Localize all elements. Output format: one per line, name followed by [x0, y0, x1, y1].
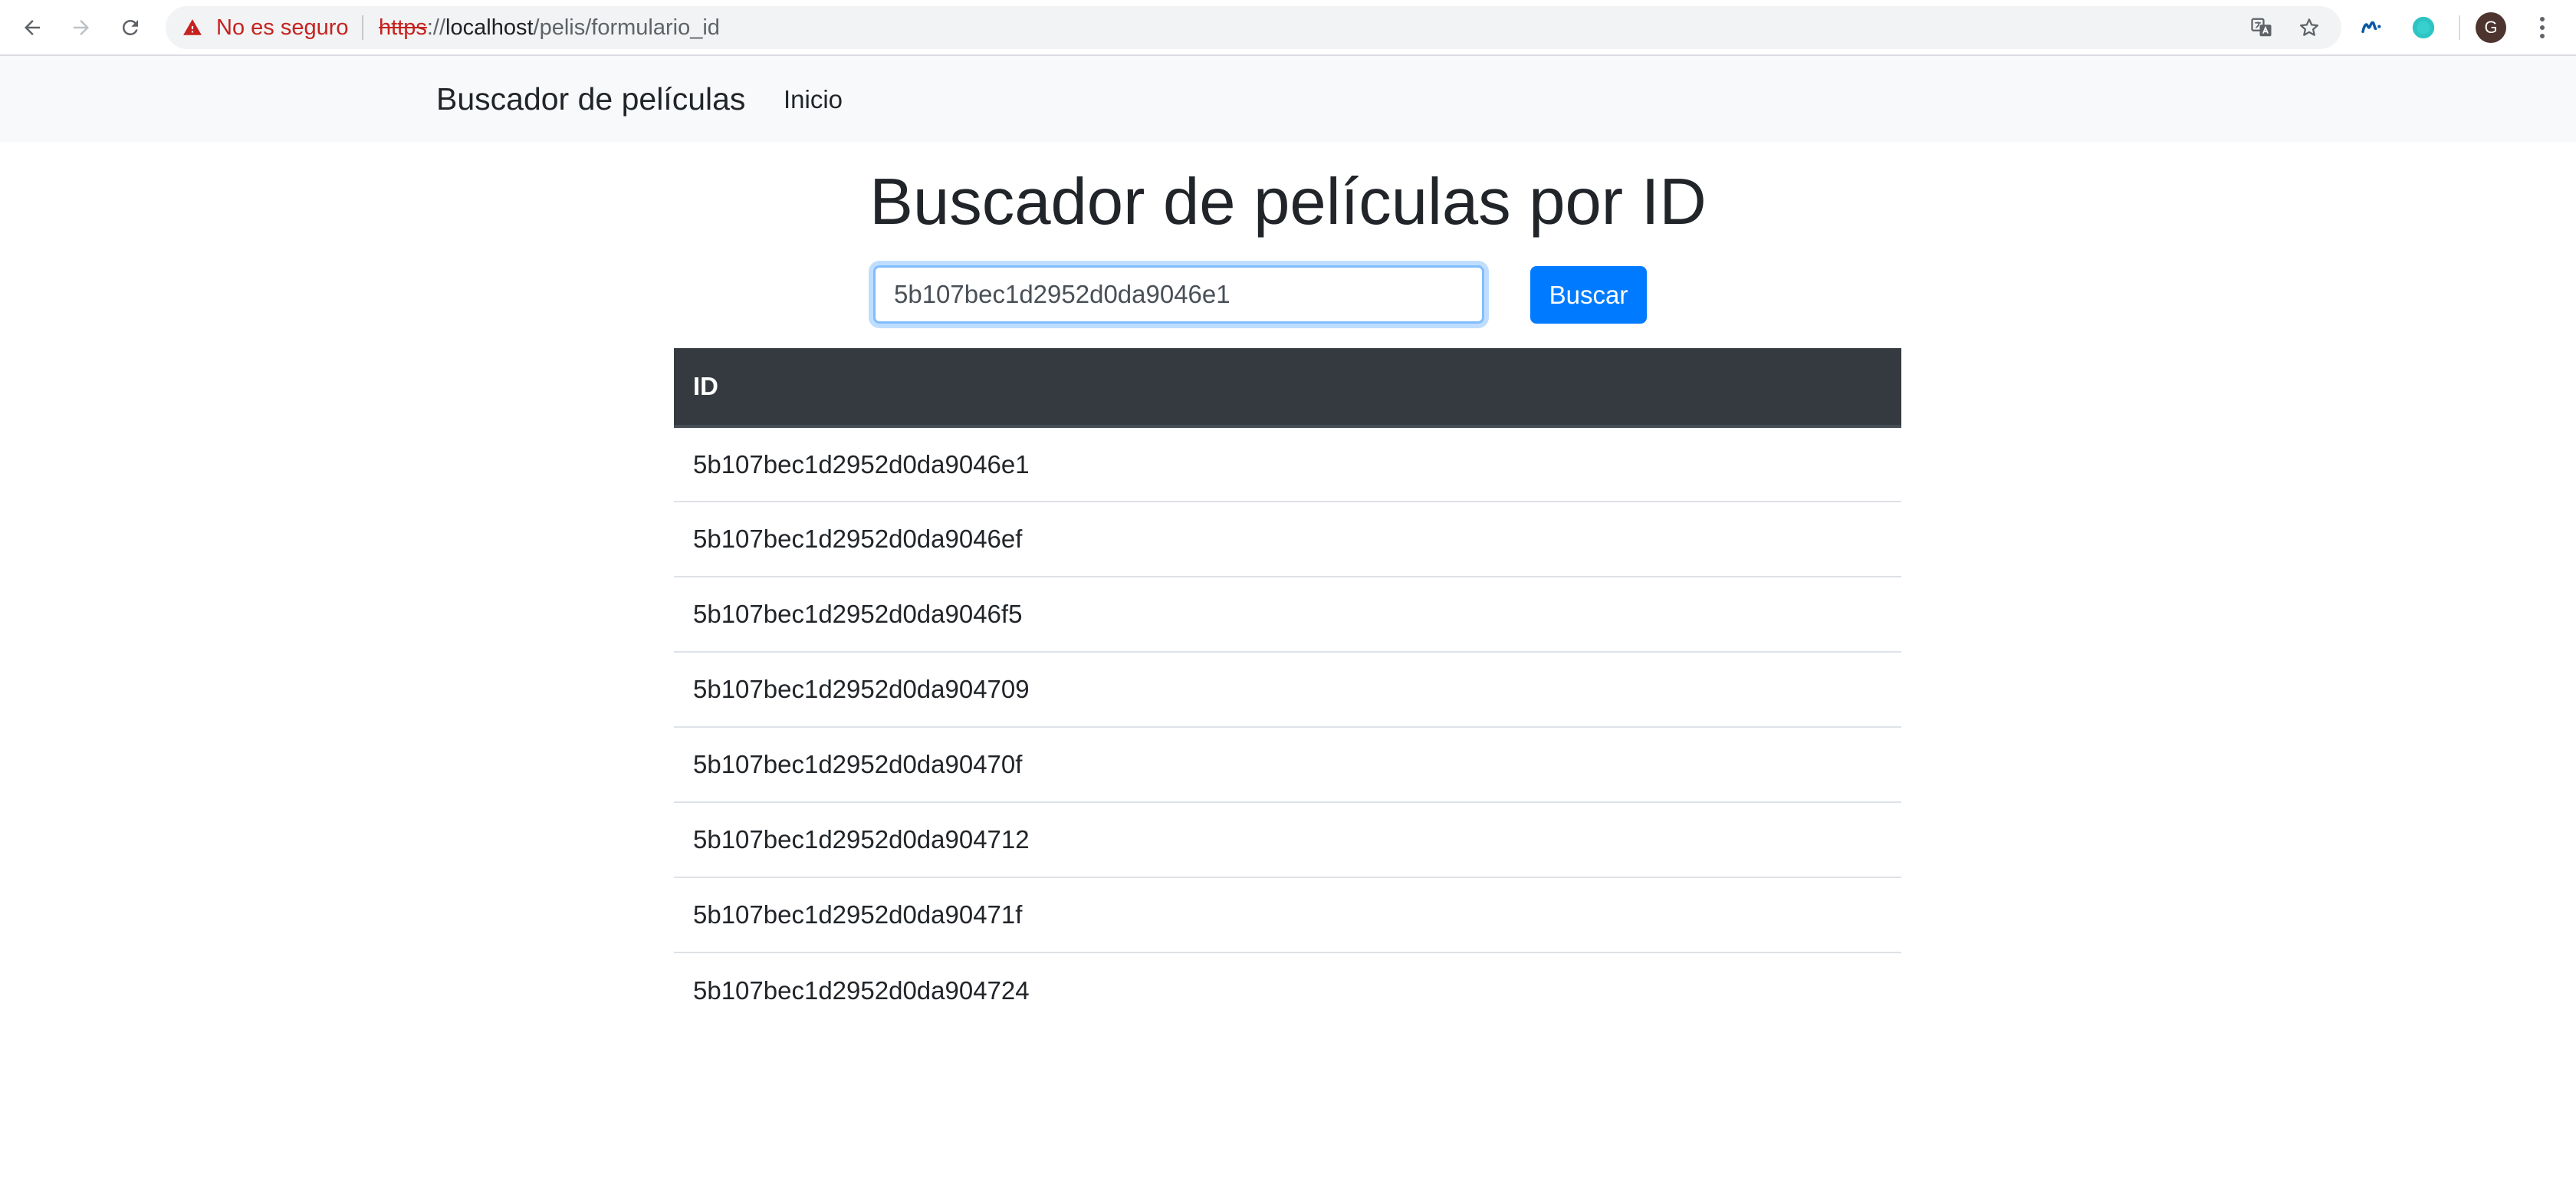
reload-button[interactable] — [113, 11, 147, 44]
table-row: 5b107bec1d2952d0da90470f — [674, 726, 1901, 802]
site-navbar: Buscador de películas Inicio — [0, 56, 2576, 142]
table-row: 5b107bec1d2952d0da90471f — [674, 877, 1901, 952]
translate-icon — [2251, 18, 2272, 37]
table-row: 5b107bec1d2952d0da9046f5 — [674, 576, 1901, 652]
table-cell-id: 5b107bec1d2952d0da9046ef — [674, 501, 1901, 577]
table-cell-id: 5b107bec1d2952d0da904709 — [674, 651, 1901, 727]
teal-extension-button[interactable] — [2408, 12, 2439, 43]
back-icon — [25, 20, 40, 35]
table-row: 5b107bec1d2952d0da9046ef — [674, 501, 1901, 577]
table-cell-id: 5b107bec1d2952d0da9046e1 — [693, 449, 1030, 479]
nav-link-inicio[interactable]: Inicio — [784, 85, 843, 114]
forward-icon — [74, 20, 89, 35]
forward-button[interactable] — [64, 11, 98, 44]
navbar-brand[interactable]: Buscador de películas — [436, 81, 745, 117]
url-scheme: https — [379, 15, 427, 40]
teal-extension-icon — [2412, 16, 2435, 39]
table-row: 5b107bec1d2952d0da9046e1 — [674, 426, 1901, 502]
results-table: ID 5b107bec1d2952d0da9046e1 5b107bec1d29… — [674, 348, 1901, 1028]
table-row: 5b107bec1d2952d0da904709 — [674, 651, 1901, 727]
reload-icon — [122, 19, 138, 35]
translate-button[interactable] — [2249, 15, 2274, 40]
url-separator: :// — [426, 15, 446, 40]
browser-menu-button[interactable] — [2528, 12, 2556, 43]
table-cell-id: 5b107bec1d2952d0da9046f5 — [674, 576, 1901, 652]
column-header-id: ID — [674, 348, 1901, 428]
profile-avatar[interactable]: G — [2476, 12, 2506, 43]
table-row: 5b107bec1d2952d0da904712 — [674, 801, 1901, 877]
menu-dots-icon — [2540, 17, 2545, 21]
url-text[interactable]: https://localhost/pelis/formulario_id — [379, 15, 720, 40]
back-button[interactable] — [15, 11, 49, 44]
table-header-row: ID — [674, 348, 1901, 428]
table-cell-id: 5b107bec1d2952d0da904712 — [674, 801, 1901, 877]
star-icon — [2300, 18, 2318, 36]
warning-icon — [183, 19, 202, 35]
table-cell-id: 5b107bec1d2952d0da90470f — [674, 726, 1901, 802]
table-cell-id: 5b107bec1d2952d0da904724 — [674, 952, 1901, 1028]
menu-dots-icon — [2540, 25, 2545, 30]
id-search-input[interactable] — [873, 265, 1484, 324]
movistar-extension-button[interactable] — [2357, 12, 2387, 43]
address-bar[interactable]: No es seguro https://localhost/pelis/for… — [166, 6, 2341, 49]
security-label[interactable]: No es seguro — [216, 15, 349, 40]
search-button[interactable]: Buscar — [1530, 266, 1647, 324]
url-path: /pelis/formulario_id — [533, 15, 720, 40]
movistar-extension-icon — [2361, 21, 2381, 34]
table-cell-id: 5b107bec1d2952d0da90471f — [674, 877, 1901, 952]
menu-dots-icon — [2540, 34, 2545, 38]
omnibox-divider — [362, 15, 363, 40]
page-title: Buscador de películas por ID — [869, 166, 1707, 239]
table-row: 5b107bec1d2952d0da904724 — [674, 952, 1901, 1028]
url-host: localhost — [445, 15, 534, 40]
toolbar-divider — [2459, 15, 2460, 40]
bookmark-button[interactable] — [2297, 15, 2321, 40]
browser-toolbar: No es seguro https://localhost/pelis/for… — [0, 0, 2576, 56]
